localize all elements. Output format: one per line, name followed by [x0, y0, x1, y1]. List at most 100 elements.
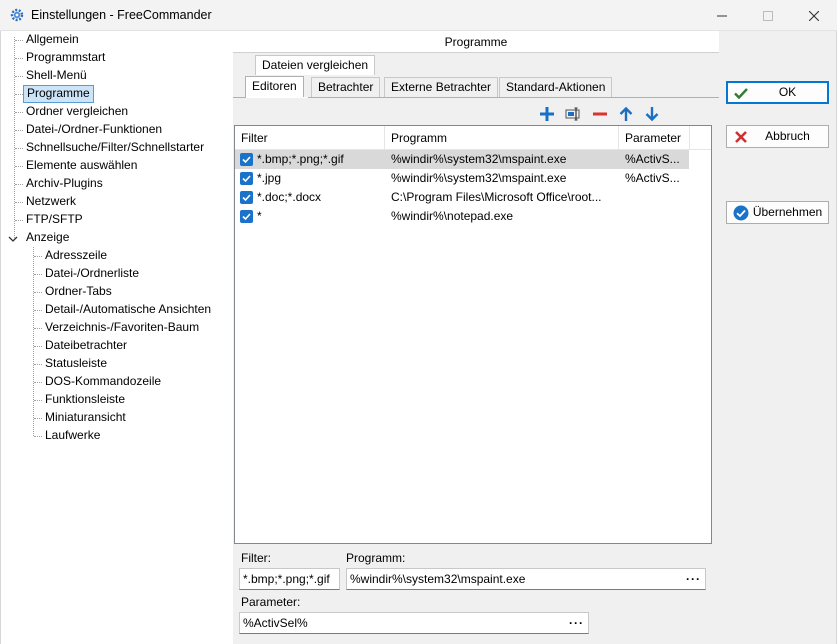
- tree-connector: [15, 130, 23, 131]
- tree-item-miniaturansicht[interactable]: Miniaturansicht: [42, 409, 129, 427]
- cell-parameter: [625, 188, 689, 207]
- edit-entry-button[interactable]: [564, 105, 582, 123]
- programm-value: %windir%\system32\mspaint.exe: [350, 572, 526, 586]
- checkmark-icon: [242, 213, 251, 221]
- arrow-up-icon: [619, 106, 633, 121]
- settings-tree: Allgemein Programmstart Shell-Menü Progr…: [1, 31, 233, 644]
- tree-item-datei-ordner-funktionen[interactable]: Datei-/Ordner-Funktionen: [23, 121, 165, 139]
- tree-item-verzeichnis-baum[interactable]: Verzeichnis-/Favoriten-Baum: [42, 319, 202, 337]
- tree-item-adresszeile[interactable]: Adresszeile: [42, 247, 110, 265]
- tree-item-ordner-tabs[interactable]: Ordner-Tabs: [42, 283, 115, 301]
- tree-guide-line: [14, 37, 15, 238]
- cell-program: C:\Program Files\Microsoft Office\root..…: [391, 190, 602, 204]
- tree-item-programmstart[interactable]: Programmstart: [23, 49, 108, 67]
- table-row[interactable]: *.bmp;*.png;*.gif %windir%\system32\mspa…: [235, 150, 689, 169]
- apply-button[interactable]: Übernehmen: [726, 201, 829, 224]
- tree-item-detail-ansichten[interactable]: Detail-/Automatische Ansichten: [42, 301, 214, 319]
- tree-item-archiv-plugins[interactable]: Archiv-Plugins: [23, 175, 106, 193]
- tree-connector: [34, 256, 42, 257]
- edit-icon: [565, 107, 580, 121]
- minimize-icon: [717, 15, 727, 16]
- tree-item-schnellsuche[interactable]: Schnellsuche/Filter/Schnellstarter: [23, 139, 207, 157]
- tree-item-programme[interactable]: Programme: [23, 85, 94, 103]
- filter-field[interactable]: *.bmp;*.png;*.gif: [239, 568, 340, 590]
- row-checkbox[interactable]: [240, 172, 253, 185]
- tree-guide-line: [33, 247, 34, 436]
- tree-connector: [15, 220, 23, 221]
- cancel-button[interactable]: Abbruch: [726, 125, 829, 148]
- row-checkbox[interactable]: [240, 153, 253, 166]
- parameter-value: %ActivSel%: [243, 616, 308, 630]
- column-header-programm[interactable]: Programm: [385, 126, 619, 150]
- tree-connector: [15, 202, 23, 203]
- apply-label: Übernehmen: [752, 205, 823, 219]
- browse-program-button[interactable]: ···: [686, 569, 701, 589]
- parameter-field[interactable]: %ActivSel% ···: [239, 612, 589, 634]
- checkmark-icon: [242, 175, 251, 183]
- tree-connector: [15, 184, 23, 185]
- cell-program: %windir%\system32\mspaint.exe: [391, 171, 567, 185]
- checkmark-icon: [242, 156, 251, 164]
- cell-parameter: [625, 207, 689, 226]
- tab-betrachter[interactable]: Betrachter: [311, 77, 381, 97]
- cell-program: %windir%\system32\mspaint.exe: [391, 152, 567, 166]
- page-title: Programme: [233, 31, 719, 53]
- programm-label: Programm:: [346, 551, 406, 565]
- list-header: Filter Programm Parameter: [235, 126, 711, 150]
- remove-entry-button[interactable]: [591, 105, 609, 123]
- maximize-button[interactable]: [745, 0, 791, 31]
- chevron-down-icon[interactable]: [7, 233, 19, 245]
- tab-editoren[interactable]: Editoren: [245, 76, 304, 98]
- browse-parameter-button[interactable]: ···: [569, 613, 584, 633]
- tab-active-gap: [246, 97, 308, 98]
- tree-connector: [34, 346, 42, 347]
- programme-panel: Programme Dateien vergleichen Editoren B…: [233, 31, 719, 644]
- tree-item-dos-kommandozeile[interactable]: DOS-Kommandozeile: [42, 373, 164, 391]
- tree-connector: [15, 58, 23, 59]
- move-down-button[interactable]: [643, 105, 661, 123]
- programm-field[interactable]: %windir%\system32\mspaint.exe ···: [346, 568, 706, 590]
- tree-item-anzeige[interactable]: Anzeige: [23, 229, 72, 247]
- cell-filter: *: [257, 209, 262, 223]
- tree-item-ftp-sftp[interactable]: FTP/SFTP: [23, 211, 86, 229]
- close-window-button[interactable]: [791, 0, 837, 31]
- arrow-down-icon: [645, 107, 659, 122]
- tree-item-dateibetrachter[interactable]: Dateibetrachter: [42, 337, 130, 355]
- tree-connector: [34, 400, 42, 401]
- tab-dateien-vergleichen[interactable]: Dateien vergleichen: [255, 55, 376, 75]
- add-entry-button[interactable]: [538, 105, 556, 123]
- parameter-label: Parameter:: [241, 595, 301, 609]
- column-header-parameter[interactable]: Parameter: [619, 126, 690, 150]
- move-up-button[interactable]: [617, 105, 635, 123]
- title-bar: Einstellungen - FreeCommander: [0, 0, 837, 31]
- table-row[interactable]: *.doc;*.docx C:\Program Files\Microsoft …: [235, 188, 711, 207]
- column-header-filter[interactable]: Filter: [235, 126, 385, 150]
- row-checkbox[interactable]: [240, 210, 253, 223]
- tree-connector: [34, 310, 42, 311]
- tree-connector: [34, 328, 42, 329]
- ok-label: OK: [778, 85, 797, 99]
- editor-list[interactable]: Filter Programm Parameter *.bmp;*.png;*.…: [234, 125, 712, 544]
- table-row[interactable]: * %windir%\notepad.exe: [235, 207, 711, 226]
- cell-parameter: %ActivS...: [625, 171, 680, 185]
- tree-item-laufwerke[interactable]: Laufwerke: [42, 427, 103, 445]
- table-row[interactable]: *.jpg %windir%\system32\mspaint.exe %Act…: [235, 169, 711, 188]
- tree-item-datei-ordnerliste[interactable]: Datei-/Ordnerliste: [42, 265, 142, 283]
- row-checkbox[interactable]: [240, 191, 253, 204]
- minimize-button[interactable]: [699, 0, 745, 31]
- tree-item-funktionsleiste[interactable]: Funktionsleiste: [42, 391, 128, 409]
- tree-item-netzwerk[interactable]: Netzwerk: [23, 193, 79, 211]
- gear-icon: [10, 8, 24, 22]
- maximize-icon: [763, 10, 773, 21]
- ok-button[interactable]: OK: [726, 81, 829, 104]
- cell-program: %windir%\notepad.exe: [391, 209, 514, 223]
- tree-item-statusleiste[interactable]: Statusleiste: [42, 355, 110, 373]
- tab-externe-betrachter[interactable]: Externe Betrachter: [384, 77, 499, 97]
- tree-item-ordner-vergleichen[interactable]: Ordner vergleichen: [23, 103, 131, 121]
- tree-connector: [34, 364, 42, 365]
- tree-item-elemente-auswaehlen[interactable]: Elemente auswählen: [23, 157, 140, 175]
- tab-standard-aktionen[interactable]: Standard-Aktionen: [499, 77, 613, 97]
- tree-item-shell-menu[interactable]: Shell-Menü: [23, 67, 90, 85]
- tree-item-allgemein[interactable]: Allgemein: [23, 31, 82, 49]
- tree-connector: [15, 40, 23, 41]
